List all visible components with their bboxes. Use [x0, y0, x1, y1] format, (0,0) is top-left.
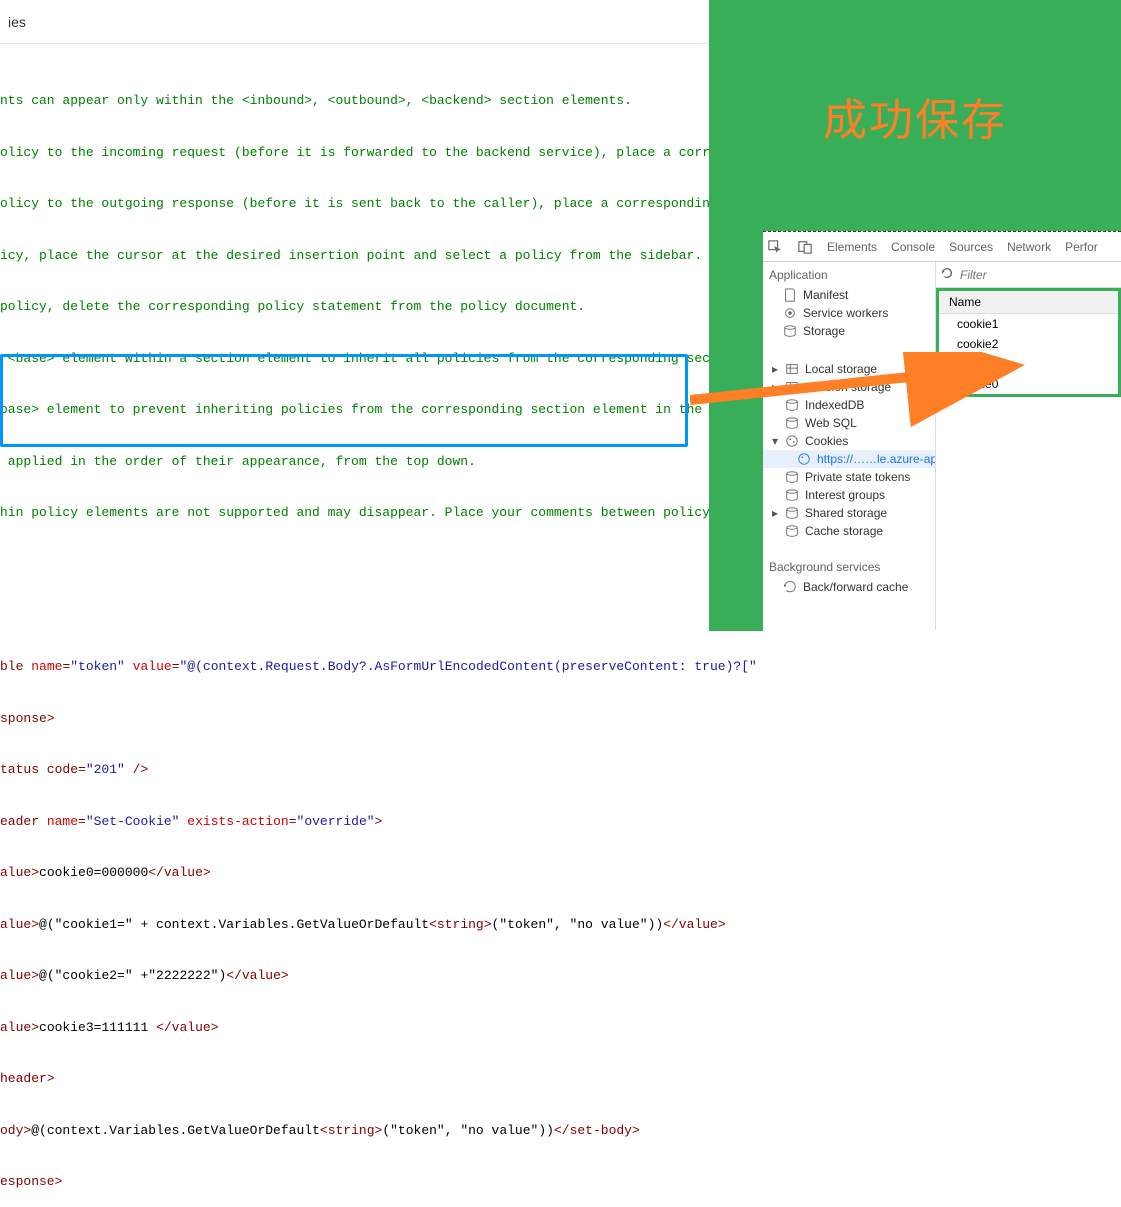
- sidebar-item-bfcache[interactable]: Back/forward cache: [763, 578, 935, 596]
- cookie-row[interactable]: cookie2: [939, 334, 1118, 354]
- section-background: Background services: [763, 554, 935, 578]
- refresh-icon[interactable]: [940, 266, 954, 283]
- comment-line: hin policy elements are not supported an…: [0, 504, 757, 521]
- code-line: alue>@("cookie2=" +"2222222")</value>: [0, 967, 757, 984]
- comment-line: policy, delete the corresponding policy …: [0, 298, 757, 315]
- sidebar-item-service-workers[interactable]: Service workers: [763, 304, 935, 322]
- highlight-annotation: [0, 354, 688, 447]
- code-line: ody>@(context.Variables.GetValueOrDefaul…: [0, 1122, 757, 1139]
- comment-line: applied in the order of their appearance…: [0, 453, 757, 470]
- inspect-icon[interactable]: [767, 239, 783, 255]
- section-application: Application: [763, 262, 935, 286]
- code-line: alue>cookie3=111111 </value>: [0, 1019, 757, 1036]
- sidebar-item-cookie-domain[interactable]: https://……le.azure-api.cn: [763, 450, 935, 468]
- code-line: esponse>: [0, 1173, 757, 1190]
- sidebar-item-storage[interactable]: Storage: [763, 322, 935, 340]
- sidebar-item-cache-storage[interactable]: Cache storage: [763, 522, 935, 540]
- code-line: alue>cookie0=000000</value>: [0, 864, 757, 881]
- devtools-tabs: Elements Console Sources Network Perfor: [763, 232, 1121, 262]
- filter-bar: [936, 262, 1121, 288]
- sidebar-item-shared-storage[interactable]: ▸Shared storage: [763, 504, 935, 522]
- cookie-row[interactable]: cookie1: [939, 314, 1118, 334]
- success-banner: 成功保存: [709, 0, 1121, 231]
- sidebar-item-cookies[interactable]: ▾Cookies: [763, 432, 935, 450]
- tab-network[interactable]: Network: [1007, 240, 1051, 254]
- cookies-table: Name cookie1 cookie2 cookie3 cookie0: [936, 288, 1121, 397]
- comment-line: olicy to the incoming request (before it…: [0, 144, 757, 161]
- sidebar-item-session-storage[interactable]: ▸Session storage: [763, 378, 935, 396]
- tab-console[interactable]: Console: [891, 240, 935, 254]
- sidebar-item-websql[interactable]: Web SQL: [763, 414, 935, 432]
- tab-sources[interactable]: Sources: [949, 240, 993, 254]
- sidebar-item-indexeddb[interactable]: IndexedDB: [763, 396, 935, 414]
- comment-line: icy, place the cursor at the desired ins…: [0, 247, 757, 264]
- top-label: ies: [8, 14, 26, 30]
- sidebar-item-private-state[interactable]: Private state tokens: [763, 468, 935, 486]
- devtools-panel: Elements Console Sources Network Perfor …: [763, 231, 1121, 631]
- tab-performance[interactable]: Perfor: [1065, 240, 1098, 254]
- comment-line: nts can appear only within the <inbound>…: [0, 92, 757, 109]
- code-line: header>: [0, 1070, 757, 1087]
- code-line: sponse>: [0, 710, 757, 727]
- filter-input[interactable]: [960, 268, 1117, 282]
- sidebar-item-manifest[interactable]: Manifest: [763, 286, 935, 304]
- cookie-row[interactable]: cookie0: [939, 374, 1118, 394]
- device-icon[interactable]: [797, 239, 813, 255]
- code-line: alue>@("cookie1=" + context.Variables.Ge…: [0, 916, 757, 933]
- column-name[interactable]: Name: [939, 291, 1118, 314]
- code-line: tatus code="201" />: [0, 761, 757, 778]
- sidebar-item-local-storage[interactable]: ▸Local storage: [763, 360, 935, 378]
- banner-text: 成功保存: [823, 84, 1007, 148]
- sidebar-item-interest-groups[interactable]: Interest groups: [763, 486, 935, 504]
- code-line: ble name="token" value="@(context.Reques…: [0, 658, 757, 675]
- policy-code: nts can appear only within the <inbound>…: [0, 50, 757, 1207]
- tab-elements[interactable]: Elements: [827, 240, 877, 254]
- cookies-panel: Name cookie1 cookie2 cookie3 cookie0: [936, 262, 1121, 630]
- code-line: eader name="Set-Cookie" exists-action="o…: [0, 813, 757, 830]
- application-sidebar: Application Manifest Service workers Sto…: [763, 262, 936, 630]
- comment-line: olicy to the outgoing response (before i…: [0, 195, 757, 212]
- cookie-row[interactable]: cookie3: [939, 354, 1118, 374]
